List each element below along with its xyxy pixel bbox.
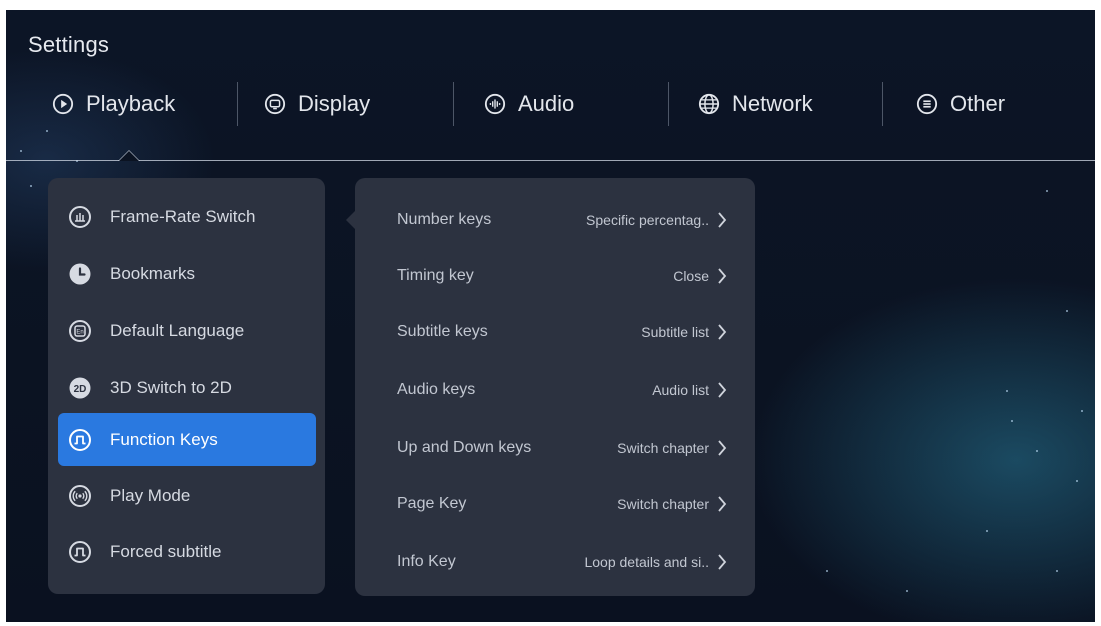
setting-row-number-keys[interactable]: Number keys Specific percentag.. — [397, 200, 727, 240]
menu-item-function-keys[interactable]: Function Keys — [58, 413, 316, 466]
tab-display[interactable]: Display — [264, 82, 370, 126]
menu-item-label: 3D Switch to 2D — [110, 377, 232, 397]
function-keys-panel: Number keys Specific percentag.. Timing … — [355, 178, 755, 596]
tab-network[interactable]: Network — [698, 82, 813, 126]
chevron-right-icon — [718, 440, 727, 456]
chevron-right-icon — [718, 324, 727, 340]
play-circle-icon — [52, 93, 74, 115]
setting-value: Switch chapter — [617, 495, 727, 513]
menu-item-bookmarks[interactable]: Bookmarks — [58, 247, 316, 300]
setting-value: Close — [673, 267, 727, 285]
setting-value: Loop details and si.. — [584, 553, 727, 571]
svg-text:En: En — [76, 329, 83, 335]
tab-other[interactable]: Other — [916, 82, 1005, 126]
menu-item-label: Default Language — [110, 320, 245, 340]
setting-value-text: Close — [673, 268, 709, 284]
chevron-right-icon — [718, 382, 727, 398]
frame-rate-icon — [69, 205, 91, 228]
setting-label: Number keys — [397, 211, 492, 228]
setting-value-text: Specific percentag.. — [586, 212, 709, 228]
setting-value-text: Audio list — [652, 382, 709, 398]
language-icon: En — [69, 319, 91, 342]
setting-row-page-key[interactable]: Page Key Switch chapter — [397, 484, 727, 524]
setting-value-text: Loop details and si.. — [584, 554, 709, 570]
menu-item-3d-switch-to-2d[interactable]: 2D 3D Switch to 2D — [58, 361, 316, 414]
setting-value: Subtitle list — [641, 323, 727, 341]
chevron-right-icon — [718, 212, 727, 228]
menu-item-frame-rate-switch[interactable]: Frame-Rate Switch — [58, 190, 316, 243]
setting-label: Audio keys — [397, 381, 476, 398]
tab-divider — [237, 82, 238, 126]
chevron-right-icon — [718, 554, 727, 570]
setting-value: Specific percentag.. — [586, 211, 727, 229]
tab-label: Playback — [86, 91, 176, 116]
setting-value: Switch chapter — [617, 439, 727, 457]
setting-label: Subtitle keys — [397, 323, 488, 340]
menu-item-label: Forced subtitle — [110, 541, 222, 561]
settings-screen: Settings Playback Display Audio Network … — [6, 10, 1095, 622]
menu-item-label: Bookmarks — [110, 263, 196, 283]
menu-item-label: Function Keys — [110, 429, 218, 449]
tab-label: Other — [950, 91, 1006, 116]
tab-audio[interactable]: Audio — [484, 82, 574, 126]
panel-pointer — [346, 211, 355, 229]
setting-label: Up and Down keys — [397, 439, 532, 456]
tab-divider — [668, 82, 669, 126]
setting-value-text: Subtitle list — [641, 324, 709, 340]
menu-item-label: Frame-Rate Switch — [110, 206, 256, 226]
setting-value-text: Switch chapter — [617, 440, 709, 456]
setting-row-timing-key[interactable]: Timing key Close — [397, 256, 727, 296]
setting-label: Info Key — [397, 553, 456, 570]
clock-icon — [69, 263, 91, 284]
2d-icon: 2D — [69, 377, 91, 398]
setting-row-audio-keys[interactable]: Audio keys Audio list — [397, 370, 727, 410]
tab-bar-divider — [6, 160, 1095, 161]
menu-item-label: Play Mode — [110, 485, 191, 505]
tab-divider — [453, 82, 454, 126]
menu-circle-icon — [916, 93, 938, 115]
tab-label: Display — [298, 91, 371, 116]
chevron-right-icon — [718, 268, 727, 284]
top-tab-bar: Playback Display Audio Network Other — [6, 82, 1095, 126]
active-tab-indicator — [118, 150, 140, 161]
setting-row-up-and-down-keys[interactable]: Up and Down keys Switch chapter — [397, 428, 727, 468]
setting-row-subtitle-keys[interactable]: Subtitle keys Subtitle list — [397, 312, 727, 352]
setting-label: Timing key — [397, 267, 474, 284]
playback-menu-panel: Frame-Rate Switch Bookmarks En Default L… — [48, 178, 325, 594]
monitor-icon — [264, 93, 286, 115]
svg-text:2D: 2D — [74, 383, 87, 394]
setting-label: Page Key — [397, 495, 467, 512]
page-title: Settings — [28, 32, 110, 57]
function-key-icon — [69, 428, 91, 451]
tab-playback[interactable]: Playback — [52, 82, 175, 126]
menu-item-forced-subtitle[interactable]: Forced subtitle — [58, 525, 316, 578]
setting-value-text: Switch chapter — [617, 496, 709, 512]
tab-label: Audio — [518, 91, 575, 116]
tab-label: Network — [732, 91, 813, 116]
tab-divider — [882, 82, 883, 126]
subtitle-pulse-icon — [69, 540, 91, 563]
broadcast-icon — [69, 484, 91, 507]
setting-row-info-key[interactable]: Info Key Loop details and si.. — [397, 542, 727, 582]
menu-item-default-language[interactable]: En Default Language — [58, 304, 316, 357]
setting-value: Audio list — [652, 381, 727, 399]
audio-waveform-icon — [484, 93, 506, 115]
globe-icon — [698, 93, 720, 115]
menu-item-play-mode[interactable]: Play Mode — [58, 469, 316, 522]
chevron-right-icon — [718, 496, 727, 512]
